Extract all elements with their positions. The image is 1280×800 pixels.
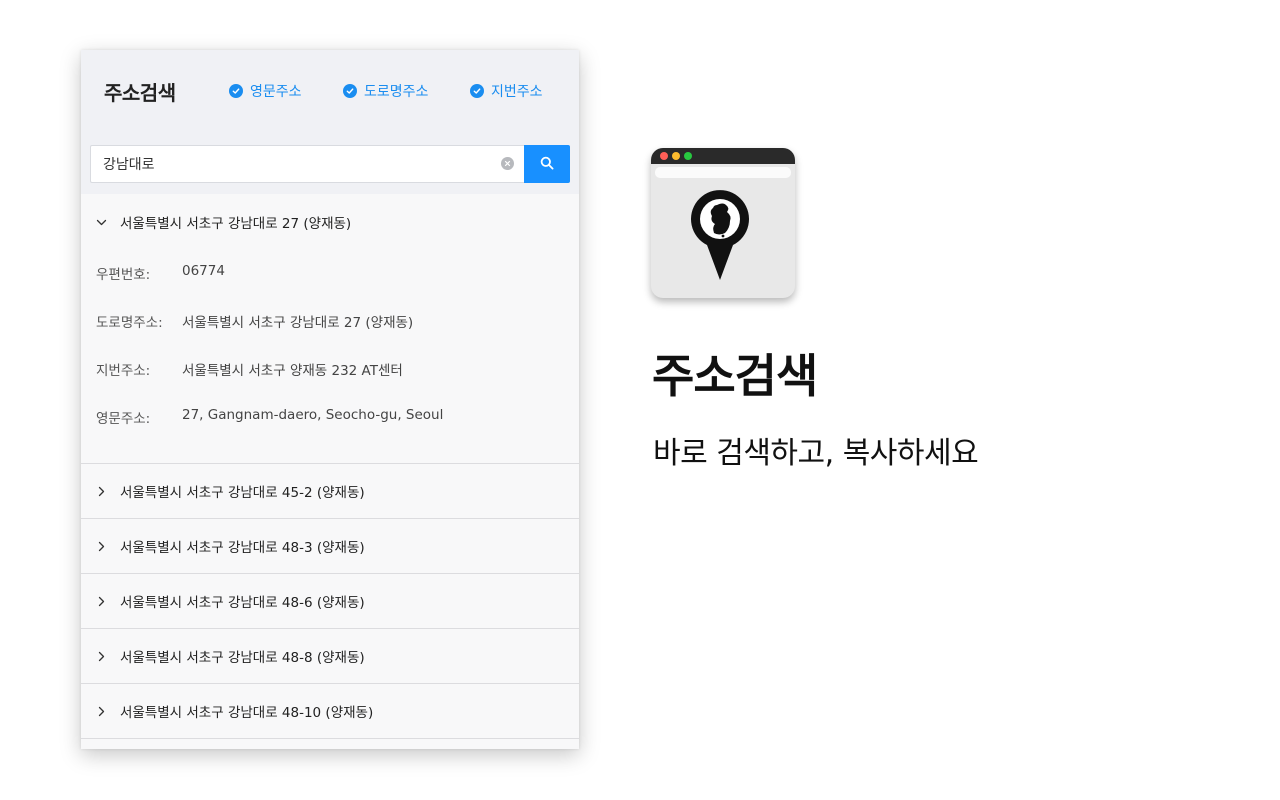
result-title: 서울특별시 서초구 강남대로 48-3 (양재동)	[120, 540, 365, 556]
detail-label: 우편번호:	[96, 267, 151, 283]
detail-row-postcode: 우편번호: 06774	[96, 263, 225, 283]
result-item[interactable]: 서울특별시 서초구 강남대로 48-8 (양재동)	[81, 629, 579, 684]
search-bar	[90, 145, 570, 183]
detail-value[interactable]: 27, Gangnam-daero, Seocho-gu, Seoul	[182, 407, 443, 427]
option-label: 영문주소	[250, 84, 302, 100]
result-item[interactable]: 서울특별시 서초구 강남대로 48-10 (양재동)	[81, 684, 579, 739]
chevron-right-icon	[96, 541, 120, 552]
result-item[interactable]: 서울특별시 서초구 강남대로 45-2 (양재동)	[81, 464, 579, 519]
result-toggle[interactable]: 서울특별시 서초구 강남대로 27 (양재동)	[96, 212, 351, 232]
map-pin-korea-icon	[691, 190, 749, 280]
check-circle-icon	[470, 84, 484, 98]
detail-value[interactable]: 서울특별시 서초구 강남대로 27 (양재동)	[182, 311, 413, 331]
option-label: 지번주소	[491, 84, 543, 100]
promo-title: 주소검색	[652, 349, 818, 403]
result-title: 서울특별시 서초구 강남대로 48-8 (양재동)	[120, 650, 365, 666]
detail-label: 지번주소:	[96, 363, 151, 379]
search-button[interactable]	[524, 145, 570, 183]
chevron-right-icon	[96, 486, 120, 497]
result-title: 서울특별시 서초구 강남대로 48-6 (양재동)	[120, 595, 365, 611]
detail-row-english-address: 영문주소: 27, Gangnam-daero, Seocho-gu, Seou…	[96, 407, 443, 427]
option-label: 도로명주소	[364, 84, 429, 100]
result-item-expanded: 서울특별시 서초구 강남대로 27 (양재동) 우편번호: 06774 도로명주…	[81, 194, 579, 464]
search-input[interactable]	[90, 145, 524, 183]
app-icon	[651, 148, 795, 298]
result-item[interactable]: 서울특별시 서초구 강남대로 48-3 (양재동)	[81, 519, 579, 574]
detail-value[interactable]: 서울특별시 서초구 양재동 232 AT센터	[182, 359, 403, 379]
detail-value[interactable]: 06774	[182, 263, 225, 283]
chevron-down-icon	[96, 217, 120, 228]
result-title: 서울특별시 서초구 강남대로 27 (양재동)	[120, 216, 352, 232]
search-icon	[540, 155, 554, 174]
check-circle-icon	[229, 84, 243, 98]
detail-label: 영문주소:	[96, 411, 151, 427]
address-search-popup: 주소검색 영문주소 도로명주소 지번주소 강남대로 서울특별시 서초구 강남대로…	[81, 50, 579, 749]
popup-title: 주소검색	[104, 81, 176, 105]
chevron-right-icon	[96, 596, 120, 607]
result-item[interactable]: 서울특별시 서초구 강남대로 48-6 (양재동)	[81, 574, 579, 629]
result-title: 서울특별시 서초구 강남대로 48-10 (양재동)	[120, 705, 374, 721]
clear-icon[interactable]	[501, 157, 514, 170]
result-title: 서울특별시 서초구 강남대로 45-2 (양재동)	[120, 485, 365, 501]
chevron-right-icon	[96, 651, 120, 662]
check-circle-icon	[343, 84, 357, 98]
popup-header: 주소검색 영문주소 도로명주소 지번주소	[81, 50, 579, 194]
promo-subtitle: 바로 검색하고, 복사하세요	[653, 436, 979, 471]
chevron-right-icon	[96, 706, 120, 717]
detail-row-road-address: 도로명주소: 서울특별시 서초구 강남대로 27 (양재동)	[96, 311, 413, 331]
detail-label: 도로명주소:	[96, 315, 163, 331]
option-english-address[interactable]: 영문주소	[229, 81, 302, 101]
option-lot-address[interactable]: 지번주소	[470, 81, 543, 101]
detail-row-lot-address: 지번주소: 서울특별시 서초구 양재동 232 AT센터	[96, 359, 403, 379]
option-road-address[interactable]: 도로명주소	[343, 81, 428, 101]
